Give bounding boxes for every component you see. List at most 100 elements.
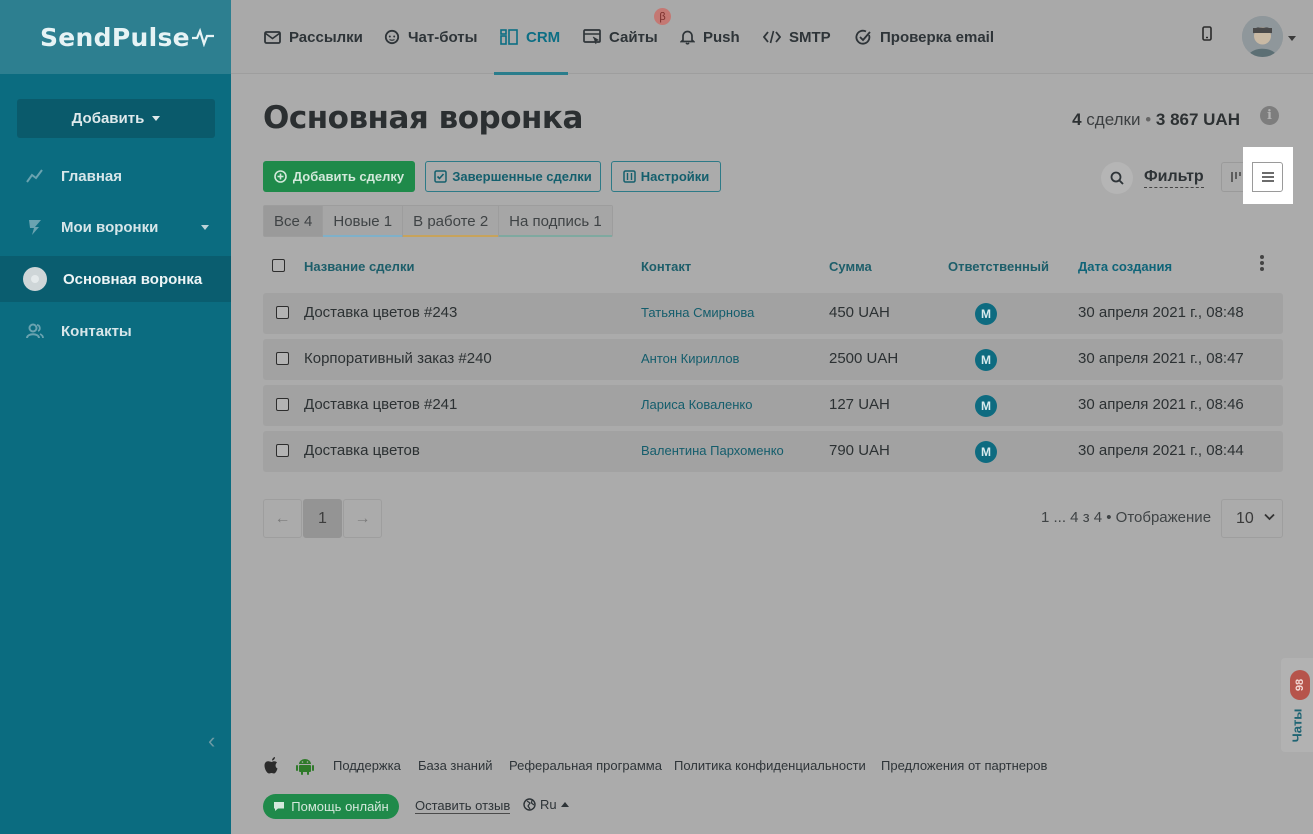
kanban-icon: [1230, 172, 1241, 182]
online-help-label: Помощь онлайн: [291, 799, 389, 814]
contact-link[interactable]: Антон Кириллов: [641, 351, 739, 366]
table-row[interactable]: Корпоративный заказ #240 Антон Кириллов …: [263, 339, 1283, 380]
beta-badge: β: [654, 8, 671, 25]
list-view-button[interactable]: [1252, 162, 1283, 192]
column-header-responsible[interactable]: Ответственный: [948, 259, 1049, 274]
table-row[interactable]: Доставка цветов Валентина Пархоменко 790…: [263, 431, 1283, 472]
stage-color-bar: [323, 235, 403, 237]
tab-sites[interactable]: Сайты: [583, 0, 658, 74]
stage-tab-label: Все 4: [274, 212, 313, 230]
chevron-up-icon: [560, 802, 569, 807]
tab-label: Сайты: [609, 28, 658, 46]
page-button-current[interactable]: 1: [303, 499, 342, 538]
footer-link-knowledge-base[interactable]: База знаний: [418, 758, 493, 773]
next-page-button[interactable]: →: [343, 499, 382, 538]
column-header-sum[interactable]: Сумма: [829, 259, 872, 274]
select-all-checkbox[interactable]: [272, 259, 285, 272]
logo-bar: SendPulse: [0, 0, 231, 74]
tab-label: Чат-боты: [408, 28, 478, 46]
tab-chatbots[interactable]: Чат-боты: [384, 0, 477, 74]
footer-link-support[interactable]: Поддержка: [333, 758, 401, 773]
deal-name[interactable]: Доставка цветов #241: [304, 396, 457, 413]
leave-feedback-link[interactable]: Оставить отзыв: [415, 798, 511, 814]
more-options-icon[interactable]: [1260, 255, 1264, 271]
tab-smtp[interactable]: SMTP: [763, 0, 831, 74]
filter-link[interactable]: Фильтр: [1144, 168, 1204, 188]
deal-name[interactable]: Доставка цветов: [304, 442, 420, 459]
per-page-value: 10: [1236, 509, 1254, 527]
settings-label: Настройки: [640, 169, 710, 184]
contacts-icon: [25, 321, 45, 341]
apple-icon[interactable]: [264, 757, 280, 780]
responsible-avatar: M: [975, 349, 997, 371]
stage-tab-to-sign[interactable]: На подпись 1: [499, 206, 612, 237]
row-checkbox[interactable]: [276, 306, 289, 319]
row-checkbox[interactable]: [276, 398, 289, 411]
created-date: 30 апреля 2021 г., 08:48: [1078, 304, 1244, 321]
sidebar-item-contacts[interactable]: Контакты: [0, 308, 231, 354]
row-checkbox[interactable]: [276, 444, 289, 457]
language-selector[interactable]: Ru: [523, 797, 569, 812]
prev-page-button[interactable]: ←: [263, 499, 302, 538]
table-row[interactable]: Доставка цветов #243 Татьяна Смирнова 45…: [263, 293, 1283, 334]
online-help-button[interactable]: Помощь онлайн: [263, 794, 399, 819]
settings-button[interactable]: Настройки: [611, 161, 721, 192]
chat-bubble-icon: [274, 802, 285, 811]
deal-name[interactable]: Корпоративный заказ #240: [304, 350, 492, 367]
sidebar-item-home[interactable]: Главная: [0, 153, 231, 199]
per-page-select[interactable]: 10: [1221, 499, 1283, 538]
check-circle-icon: [855, 29, 872, 46]
tab-mailings[interactable]: Рассылки: [264, 0, 363, 74]
deal-name[interactable]: Доставка цветов #243: [304, 304, 457, 321]
contact-link[interactable]: Лариса Коваленко: [641, 397, 752, 412]
checkbox-icon: [434, 170, 447, 183]
chats-label-text: Чаты: [1289, 708, 1305, 742]
tab-push[interactable]: Push: [680, 0, 740, 74]
chats-label[interactable]: Чаты: [1284, 706, 1310, 744]
tab-email-check[interactable]: Проверка email: [855, 0, 994, 74]
footer-link-privacy[interactable]: Политика конфиденциальности: [674, 758, 866, 773]
tab-crm[interactable]: CRM: [493, 0, 569, 75]
sidebar-item-label: Главная: [61, 167, 123, 185]
stage-color-bar: [403, 235, 499, 237]
stage-tab-all[interactable]: Все 4: [264, 206, 324, 236]
avatar[interactable]: [1242, 16, 1283, 57]
stage-tab-in-progress[interactable]: В работе 2: [403, 206, 500, 237]
contact-link[interactable]: Валентина Пархоменко: [641, 443, 784, 458]
collapse-sidebar-icon[interactable]: ‹: [208, 728, 215, 754]
completed-deals-label: Завершенные сделки: [452, 169, 592, 184]
sidebar-item-main-funnel[interactable]: Основная воронка: [0, 256, 231, 302]
language-label: Ru: [540, 797, 557, 812]
row-checkbox[interactable]: [276, 352, 289, 365]
chevron-down-icon[interactable]: [1288, 36, 1296, 41]
sendpulse-logo[interactable]: SendPulse: [40, 23, 214, 52]
tab-label: SMTP: [789, 28, 831, 46]
column-header-deal-name[interactable]: Название сделки: [304, 259, 414, 274]
info-icon[interactable]: i: [1260, 106, 1279, 125]
stage-tab-label: На подпись 1: [509, 212, 602, 230]
responsible-avatar: M: [975, 441, 997, 463]
add-deal-button[interactable]: Добавить сделку: [263, 161, 415, 192]
plus-circle-icon: [274, 170, 287, 183]
stage-tab-label: Новые 1: [333, 212, 393, 230]
table-row[interactable]: Доставка цветов #241 Лариса Коваленко 12…: [263, 385, 1283, 426]
android-icon[interactable]: [296, 757, 314, 781]
add-button[interactable]: Добавить: [17, 99, 215, 138]
column-header-contact[interactable]: Контакт: [641, 259, 691, 274]
tab-label: CRM: [526, 28, 561, 46]
completed-deals-button[interactable]: Завершенные сделки: [425, 161, 601, 192]
footer-link-partners[interactable]: Предложения от партнеров: [881, 758, 1047, 773]
footer-link-referral[interactable]: Реферальная программа: [509, 758, 662, 773]
user-avatar-icon: [1242, 16, 1283, 57]
stage-tab-new[interactable]: Новые 1: [323, 206, 404, 237]
sidebar-item-funnels[interactable]: Мои воронки: [0, 204, 231, 250]
stage-tab-label: В работе 2: [413, 212, 489, 230]
column-header-created-date[interactable]: Дата создания: [1078, 259, 1172, 274]
stage-color-bar: [499, 235, 612, 237]
chevron-down-icon: [1264, 513, 1275, 521]
stage-filter-tabs: Все 4 Новые 1 В работе 2 На подпись 1: [263, 205, 613, 237]
contact-link[interactable]: Татьяна Смирнова: [641, 305, 754, 320]
chat-bot-icon: [384, 29, 400, 45]
search-button[interactable]: [1101, 162, 1133, 194]
mobile-phone-icon[interactable]: [1202, 26, 1212, 46]
